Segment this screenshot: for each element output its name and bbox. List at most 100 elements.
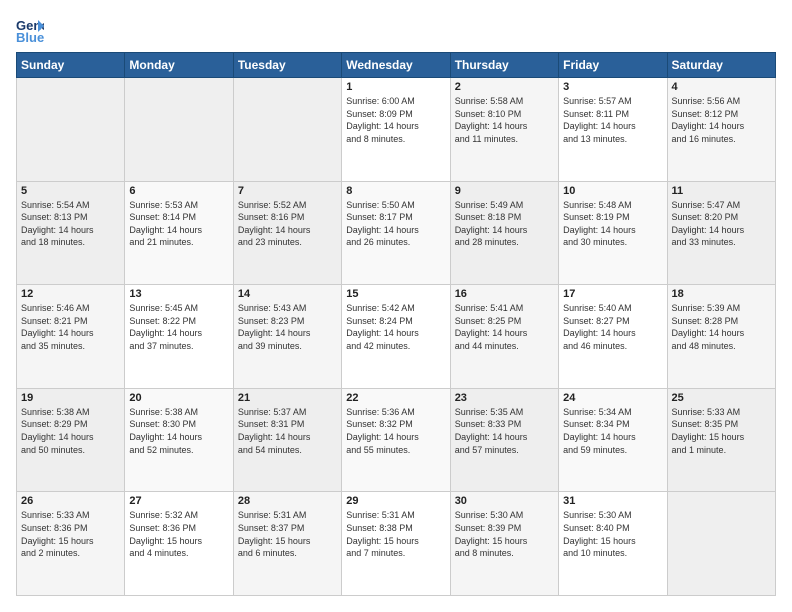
day-number: 30 (455, 495, 554, 507)
day-info: Sunrise: 5:31 AM Sunset: 8:37 PM Dayligh… (238, 509, 337, 559)
calendar-day-cell: 7 Sunrise: 5:52 AM Sunset: 8:16 PM Daylig… (233, 181, 341, 285)
day-info: Sunrise: 5:53 AM Sunset: 8:14 PM Dayligh… (129, 199, 228, 249)
day-number: 1 (346, 81, 445, 93)
calendar-day-cell: 21 Sunrise: 5:37 AM Sunset: 8:31 PM Dayli… (233, 388, 341, 492)
calendar-day-cell: 1 Sunrise: 6:00 AM Sunset: 8:09 PM Daylig… (342, 78, 450, 182)
calendar-week-row: 26 Sunrise: 5:33 AM Sunset: 8:36 PM Dayli… (17, 492, 776, 596)
calendar-day-cell: 28 Sunrise: 5:31 AM Sunset: 8:37 PM Dayli… (233, 492, 341, 596)
logo: General Blue (16, 16, 48, 44)
day-info: Sunrise: 5:40 AM Sunset: 8:27 PM Dayligh… (563, 302, 662, 352)
day-number: 18 (672, 288, 771, 300)
calendar-week-row: 12Sunrise: 5:46 AM Sunset: 8:21 PM Dayli… (17, 285, 776, 389)
calendar-day-cell: 10 Sunrise: 5:48 AM Sunset: 8:19 PM Dayli… (559, 181, 667, 285)
day-info: Sunrise: 5:38 AM Sunset: 8:30 PM Dayligh… (129, 406, 228, 456)
day-number: 8 (346, 185, 445, 197)
calendar-day-cell: 16 Sunrise: 5:41 AM Sunset: 8:25 PM Dayli… (450, 285, 558, 389)
calendar-day-cell (125, 78, 233, 182)
calendar-day-cell: 14 Sunrise: 5:43 AM Sunset: 8:23 PM Dayli… (233, 285, 341, 389)
day-info: Sunrise: 5:30 AM Sunset: 8:40 PM Dayligh… (563, 509, 662, 559)
calendar-week-row: 1 Sunrise: 6:00 AM Sunset: 8:09 PM Daylig… (17, 78, 776, 182)
day-number: 27 (129, 495, 228, 507)
day-info: Sunrise: 5:52 AM Sunset: 8:16 PM Dayligh… (238, 199, 337, 249)
calendar-table: SundayMondayTuesdayWednesdayThursdayFrid… (16, 52, 776, 596)
day-info: Sunrise: 5:34 AM Sunset: 8:34 PM Dayligh… (563, 406, 662, 456)
day-number: 25 (672, 392, 771, 404)
calendar-day-cell: 3 Sunrise: 5:57 AM Sunset: 8:11 PM Daylig… (559, 78, 667, 182)
day-info: Sunrise: 5:33 AM Sunset: 8:36 PM Dayligh… (21, 509, 120, 559)
svg-text:Blue: Blue (16, 30, 44, 44)
day-info: Sunrise: 5:54 AM Sunset: 8:13 PM Dayligh… (21, 199, 120, 249)
day-number: 5 (21, 185, 120, 197)
day-number: 19 (21, 392, 120, 404)
day-info: Sunrise: 5:35 AM Sunset: 8:33 PM Dayligh… (455, 406, 554, 456)
day-number: 11 (672, 185, 771, 197)
day-info: Sunrise: 5:47 AM Sunset: 8:20 PM Dayligh… (672, 199, 771, 249)
day-number: 29 (346, 495, 445, 507)
day-number: 26 (21, 495, 120, 507)
calendar-col-header: Thursday (450, 53, 558, 78)
day-info: Sunrise: 5:31 AM Sunset: 8:38 PM Dayligh… (346, 509, 445, 559)
day-number: 4 (672, 81, 771, 93)
calendar-col-header: Saturday (667, 53, 775, 78)
calendar-week-row: 5 Sunrise: 5:54 AM Sunset: 8:13 PM Daylig… (17, 181, 776, 285)
calendar-day-cell: 30Sunrise: 5:30 AM Sunset: 8:39 PM Dayli… (450, 492, 558, 596)
day-info: Sunrise: 5:33 AM Sunset: 8:35 PM Dayligh… (672, 406, 771, 456)
calendar-day-cell: 15Sunrise: 5:42 AM Sunset: 8:24 PM Dayli… (342, 285, 450, 389)
day-info: Sunrise: 5:57 AM Sunset: 8:11 PM Dayligh… (563, 95, 662, 145)
day-info: Sunrise: 5:50 AM Sunset: 8:17 PM Dayligh… (346, 199, 445, 249)
calendar-col-header: Monday (125, 53, 233, 78)
calendar-day-cell: 18 Sunrise: 5:39 AM Sunset: 8:28 PM Dayli… (667, 285, 775, 389)
day-number: 28 (238, 495, 337, 507)
day-info: Sunrise: 5:48 AM Sunset: 8:19 PM Dayligh… (563, 199, 662, 249)
calendar-day-cell: 13Sunrise: 5:45 AM Sunset: 8:22 PM Dayli… (125, 285, 233, 389)
logo-icon: General Blue (16, 16, 44, 44)
calendar-day-cell: 24 Sunrise: 5:34 AM Sunset: 8:34 PM Dayli… (559, 388, 667, 492)
day-info: Sunrise: 6:00 AM Sunset: 8:09 PM Dayligh… (346, 95, 445, 145)
calendar-col-header: Tuesday (233, 53, 341, 78)
day-number: 9 (455, 185, 554, 197)
day-info: Sunrise: 5:39 AM Sunset: 8:28 PM Dayligh… (672, 302, 771, 352)
day-info: Sunrise: 5:38 AM Sunset: 8:29 PM Dayligh… (21, 406, 120, 456)
calendar-week-row: 19 Sunrise: 5:38 AM Sunset: 8:29 PM Dayli… (17, 388, 776, 492)
day-number: 13 (129, 288, 228, 300)
calendar-col-header: Friday (559, 53, 667, 78)
day-info: Sunrise: 5:56 AM Sunset: 8:12 PM Dayligh… (672, 95, 771, 145)
day-number: 16 (455, 288, 554, 300)
calendar-day-cell: 6 Sunrise: 5:53 AM Sunset: 8:14 PM Daylig… (125, 181, 233, 285)
calendar-day-cell: 25 Sunrise: 5:33 AM Sunset: 8:35 PM Dayli… (667, 388, 775, 492)
day-number: 14 (238, 288, 337, 300)
calendar-day-cell: 4 Sunrise: 5:56 AM Sunset: 8:12 PM Daylig… (667, 78, 775, 182)
day-info: Sunrise: 5:58 AM Sunset: 8:10 PM Dayligh… (455, 95, 554, 145)
day-number: 6 (129, 185, 228, 197)
day-info: Sunrise: 5:36 AM Sunset: 8:32 PM Dayligh… (346, 406, 445, 456)
calendar-day-cell: 22Sunrise: 5:36 AM Sunset: 8:32 PM Dayli… (342, 388, 450, 492)
day-info: Sunrise: 5:37 AM Sunset: 8:31 PM Dayligh… (238, 406, 337, 456)
calendar-day-cell: 20 Sunrise: 5:38 AM Sunset: 8:30 PM Dayli… (125, 388, 233, 492)
calendar-day-cell (233, 78, 341, 182)
day-info: Sunrise: 5:43 AM Sunset: 8:23 PM Dayligh… (238, 302, 337, 352)
day-info: Sunrise: 5:49 AM Sunset: 8:18 PM Dayligh… (455, 199, 554, 249)
day-info: Sunrise: 5:41 AM Sunset: 8:25 PM Dayligh… (455, 302, 554, 352)
day-number: 7 (238, 185, 337, 197)
day-number: 10 (563, 185, 662, 197)
day-number: 3 (563, 81, 662, 93)
day-number: 31 (563, 495, 662, 507)
calendar-day-cell: 2Sunrise: 5:58 AM Sunset: 8:10 PM Daylig… (450, 78, 558, 182)
calendar-day-cell: 19 Sunrise: 5:38 AM Sunset: 8:29 PM Dayli… (17, 388, 125, 492)
day-number: 15 (346, 288, 445, 300)
calendar-day-cell: 31 Sunrise: 5:30 AM Sunset: 8:40 PM Dayli… (559, 492, 667, 596)
day-number: 20 (129, 392, 228, 404)
header: General Blue (16, 16, 776, 44)
calendar-day-cell (17, 78, 125, 182)
calendar-col-header: Wednesday (342, 53, 450, 78)
day-info: Sunrise: 5:32 AM Sunset: 8:36 PM Dayligh… (129, 509, 228, 559)
day-info: Sunrise: 5:46 AM Sunset: 8:21 PM Dayligh… (21, 302, 120, 352)
day-number: 21 (238, 392, 337, 404)
calendar-day-cell: 12Sunrise: 5:46 AM Sunset: 8:21 PM Dayli… (17, 285, 125, 389)
calendar-day-cell: 5 Sunrise: 5:54 AM Sunset: 8:13 PM Daylig… (17, 181, 125, 285)
calendar-day-cell: 29 Sunrise: 5:31 AM Sunset: 8:38 PM Dayli… (342, 492, 450, 596)
day-number: 24 (563, 392, 662, 404)
calendar-day-cell: 26 Sunrise: 5:33 AM Sunset: 8:36 PM Dayli… (17, 492, 125, 596)
calendar-day-cell: 8 Sunrise: 5:50 AM Sunset: 8:17 PM Daylig… (342, 181, 450, 285)
day-number: 23 (455, 392, 554, 404)
